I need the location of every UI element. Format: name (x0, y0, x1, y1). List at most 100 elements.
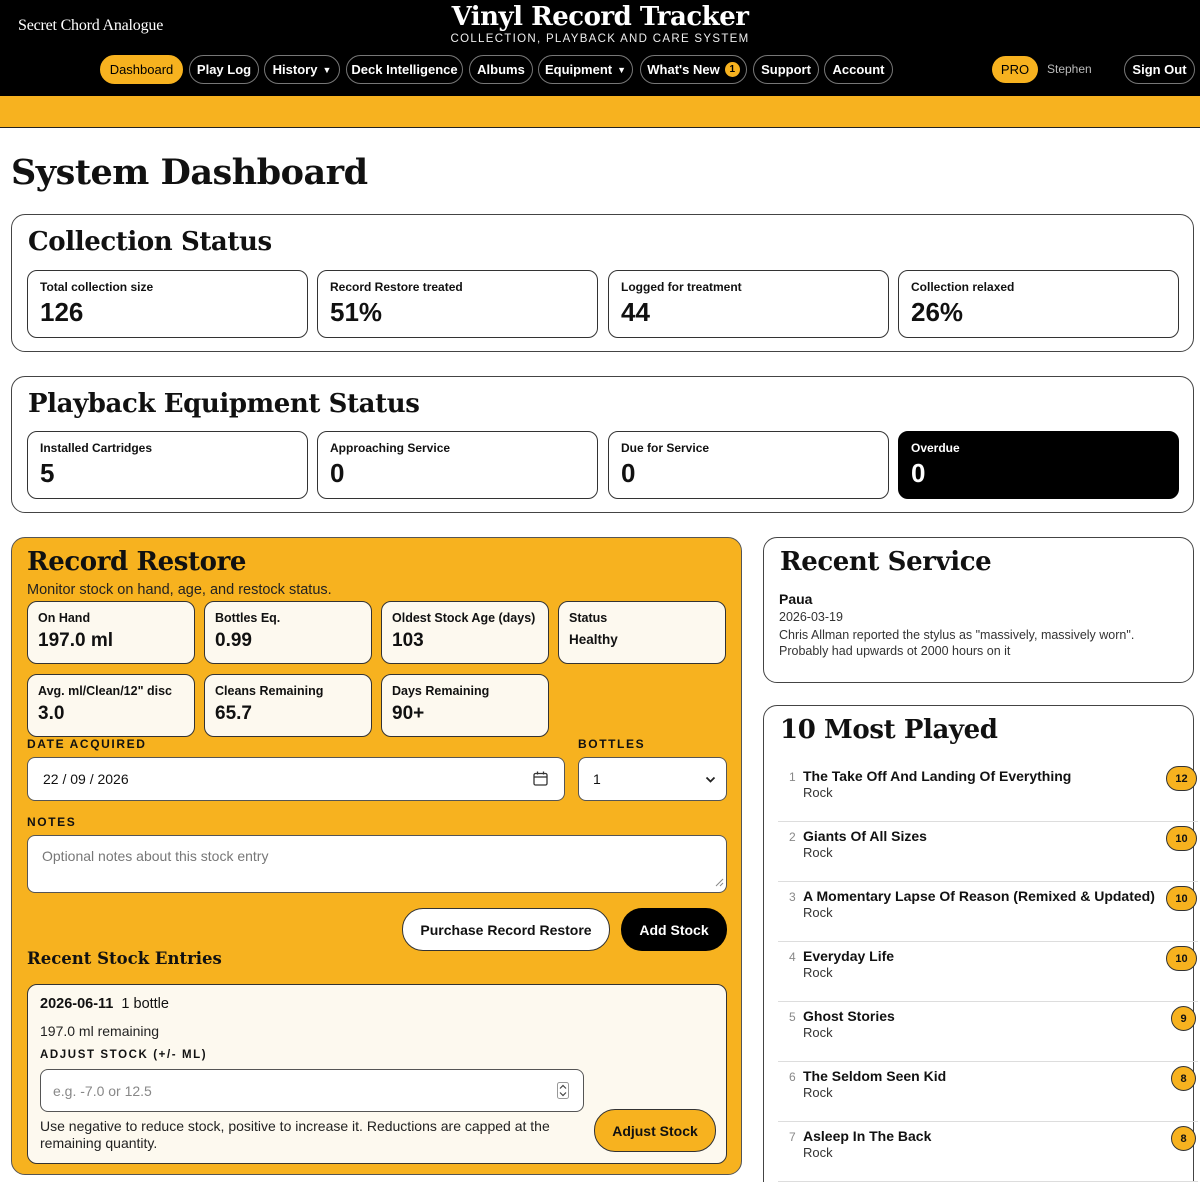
stock-entry-card: 2026-06-11 1 bottle 197.0 ml remaining A… (27, 984, 727, 1164)
status-value: Healthy (569, 632, 618, 647)
button-label: Adjust Stock (612, 1122, 698, 1139)
equipment-status-title: Playback Equipment Status (28, 389, 420, 419)
number-spinner-icon[interactable] (557, 1082, 569, 1102)
album-title: Everyday Life (803, 948, 895, 964)
app-title: Vinyl Record Tracker (451, 2, 749, 32)
stat-value: 51% (330, 297, 383, 327)
service-note: Chris Allman reported the stylus as "mas… (779, 628, 1135, 658)
record-restore-title: Record Restore (27, 547, 247, 577)
date-acquired-input[interactable]: 22 / 09 / 2026 (27, 757, 565, 801)
nav-equipment[interactable]: Equipment ▼ (538, 55, 633, 84)
adjust-stock-placeholder: e.g. -7.0 or 12.5 (53, 1083, 152, 1099)
calendar-icon[interactable] (533, 771, 548, 789)
stat-label: Installed Cartridges (40, 441, 153, 455)
nav-label: Support (761, 62, 811, 77)
album-title: Giants Of All Sizes (803, 828, 927, 844)
user-name: Stephen (1047, 62, 1092, 76)
entry-bottles: 1 bottle (121, 996, 169, 1012)
stat-card-restore-treated: Record Restore treated 51% (317, 270, 598, 338)
most-played-item[interactable]: 2 Giants Of All Sizes Rock 10 (778, 822, 1198, 882)
most-played-title: 10 Most Played (780, 715, 998, 745)
most-played-item[interactable]: 7 Asleep In The Back Rock 8 (778, 1122, 1198, 1182)
nav-label: Deck Intelligence (351, 62, 458, 77)
nav-label: Account (832, 62, 885, 77)
date-value: 22 / 09 / 2026 (43, 771, 129, 787)
stat-cleans-remaining: Cleans Remaining 65.7 (204, 674, 372, 737)
record-restore-description: Monitor stock on hand, age, and restock … (27, 582, 332, 598)
nav-support[interactable]: Support (753, 55, 819, 84)
nav-dashboard[interactable]: Dashboard (100, 55, 183, 84)
nav-whats-new[interactable]: What's New 1 (640, 55, 747, 84)
most-played-item[interactable]: 1 The Take Off And Landing Of Everything… (778, 762, 1198, 822)
stat-label: Avg. ml/Clean/12" disc (38, 684, 172, 698)
play-count-badge: 10 (1166, 826, 1197, 851)
stat-card-approaching-service: Approaching Service 0 (317, 431, 598, 499)
album-title: The Take Off And Landing Of Everything (803, 768, 1072, 784)
adjust-stock-input[interactable]: e.g. -7.0 or 12.5 (40, 1069, 584, 1112)
top-header: Secret Chord Analogue Vinyl Record Track… (0, 0, 1200, 96)
stat-value: 0 (621, 458, 636, 488)
notes-textarea[interactable]: Optional notes about this stock entry (27, 835, 727, 893)
recent-service-panel: Recent Service Paua 2026-03-19 Chris All… (763, 537, 1194, 683)
stat-card-overdue: Overdue 0 (898, 431, 1179, 499)
stat-card-due-for-service: Due for Service 0 (608, 431, 889, 499)
stat-days-remaining: Days Remaining 90+ (381, 674, 549, 737)
album-title: The Seldom Seen Kid (803, 1068, 947, 1084)
stat-label: Logged for treatment (621, 280, 742, 294)
nav-label: Dashboard (109, 62, 174, 77)
stat-value: 90+ (392, 703, 425, 724)
pro-badge: PRO (992, 56, 1038, 83)
record-restore-panel: Record Restore Monitor stock on hand, ag… (11, 537, 742, 1175)
stat-card-logged-treatment: Logged for treatment 44 (608, 270, 889, 338)
date-acquired-label: DATE ACQUIRED (27, 737, 147, 751)
album-genre: Rock (803, 1145, 833, 1160)
album-genre: Rock (803, 965, 833, 980)
app-subtitle: COLLECTION, PLAYBACK AND CARE SYSTEM (450, 33, 750, 45)
nav-account[interactable]: Account (824, 55, 893, 84)
stat-label: Collection relaxed (911, 280, 1015, 294)
most-played-item[interactable]: 3 A Momentary Lapse Of Reason (Remixed &… (778, 882, 1198, 942)
play-count-badge: 12 (1166, 766, 1197, 791)
sign-out-button[interactable]: Sign Out (1124, 55, 1195, 84)
stat-bottles-eq: Bottles Eq. 0.99 (204, 601, 372, 664)
nav-albums[interactable]: Albums (469, 55, 533, 84)
nav-history[interactable]: History ▼ (264, 55, 340, 84)
nav-label: Play Log (196, 62, 252, 77)
collection-status-title: Collection Status (28, 227, 272, 257)
stat-label: Bottles Eq. (215, 611, 281, 625)
album-genre: Rock (803, 1025, 833, 1040)
resize-handle-icon[interactable] (714, 874, 724, 890)
button-label: Add Stock (639, 921, 709, 938)
stat-value: 0 (911, 458, 926, 488)
stat-label: Cleans Remaining (215, 684, 324, 698)
stat-label: Total collection size (40, 280, 154, 294)
stat-on-hand: On Hand 197.0 ml (27, 601, 195, 664)
album-genre: Rock (803, 1085, 833, 1100)
album-title: A Momentary Lapse Of Reason (Remixed & U… (803, 888, 1155, 904)
recent-service-title: Recent Service (780, 547, 992, 577)
stat-value: 44 (621, 297, 650, 327)
nav-deck-intelligence[interactable]: Deck Intelligence (346, 55, 463, 84)
most-played-item[interactable]: 6 The Seldom Seen Kid Rock 8 (778, 1062, 1198, 1122)
adjust-stock-button[interactable]: Adjust Stock (594, 1109, 716, 1152)
add-stock-button[interactable]: Add Stock (621, 908, 727, 951)
most-played-item[interactable]: 4 Everyday Life Rock 10 (778, 942, 1198, 1002)
purchase-record-restore-button[interactable]: Purchase Record Restore (402, 908, 610, 951)
sign-out-label: Sign Out (1132, 62, 1187, 77)
entry-date: 2026-06-11 (40, 996, 114, 1012)
entry-remaining: 197.0 ml remaining (40, 1023, 160, 1039)
adjust-stock-label: ADJUST STOCK (+/- ML) (40, 1049, 208, 1061)
stat-value: 0.99 (215, 630, 252, 651)
chevron-down-icon (705, 772, 716, 788)
stat-label: Overdue (911, 441, 960, 455)
most-played-panel: 10 Most Played 1 The Take Off And Landin… (763, 705, 1198, 1182)
page-title: System Dashboard (11, 152, 368, 193)
most-played-item[interactable]: 5 Ghost Stories Rock 9 (778, 1002, 1198, 1062)
adjust-stock-help: Use negative to reduce stock, positive t… (40, 1118, 550, 1151)
play-count-badge: 9 (1171, 1006, 1196, 1031)
stat-value: 103 (392, 630, 424, 651)
stat-oldest-stock-age: Oldest Stock Age (days) 103 (381, 601, 549, 664)
bottles-select[interactable]: 1 (578, 757, 727, 801)
nav-play-log[interactable]: Play Log (189, 55, 259, 84)
rank-number: 4 (789, 950, 796, 964)
